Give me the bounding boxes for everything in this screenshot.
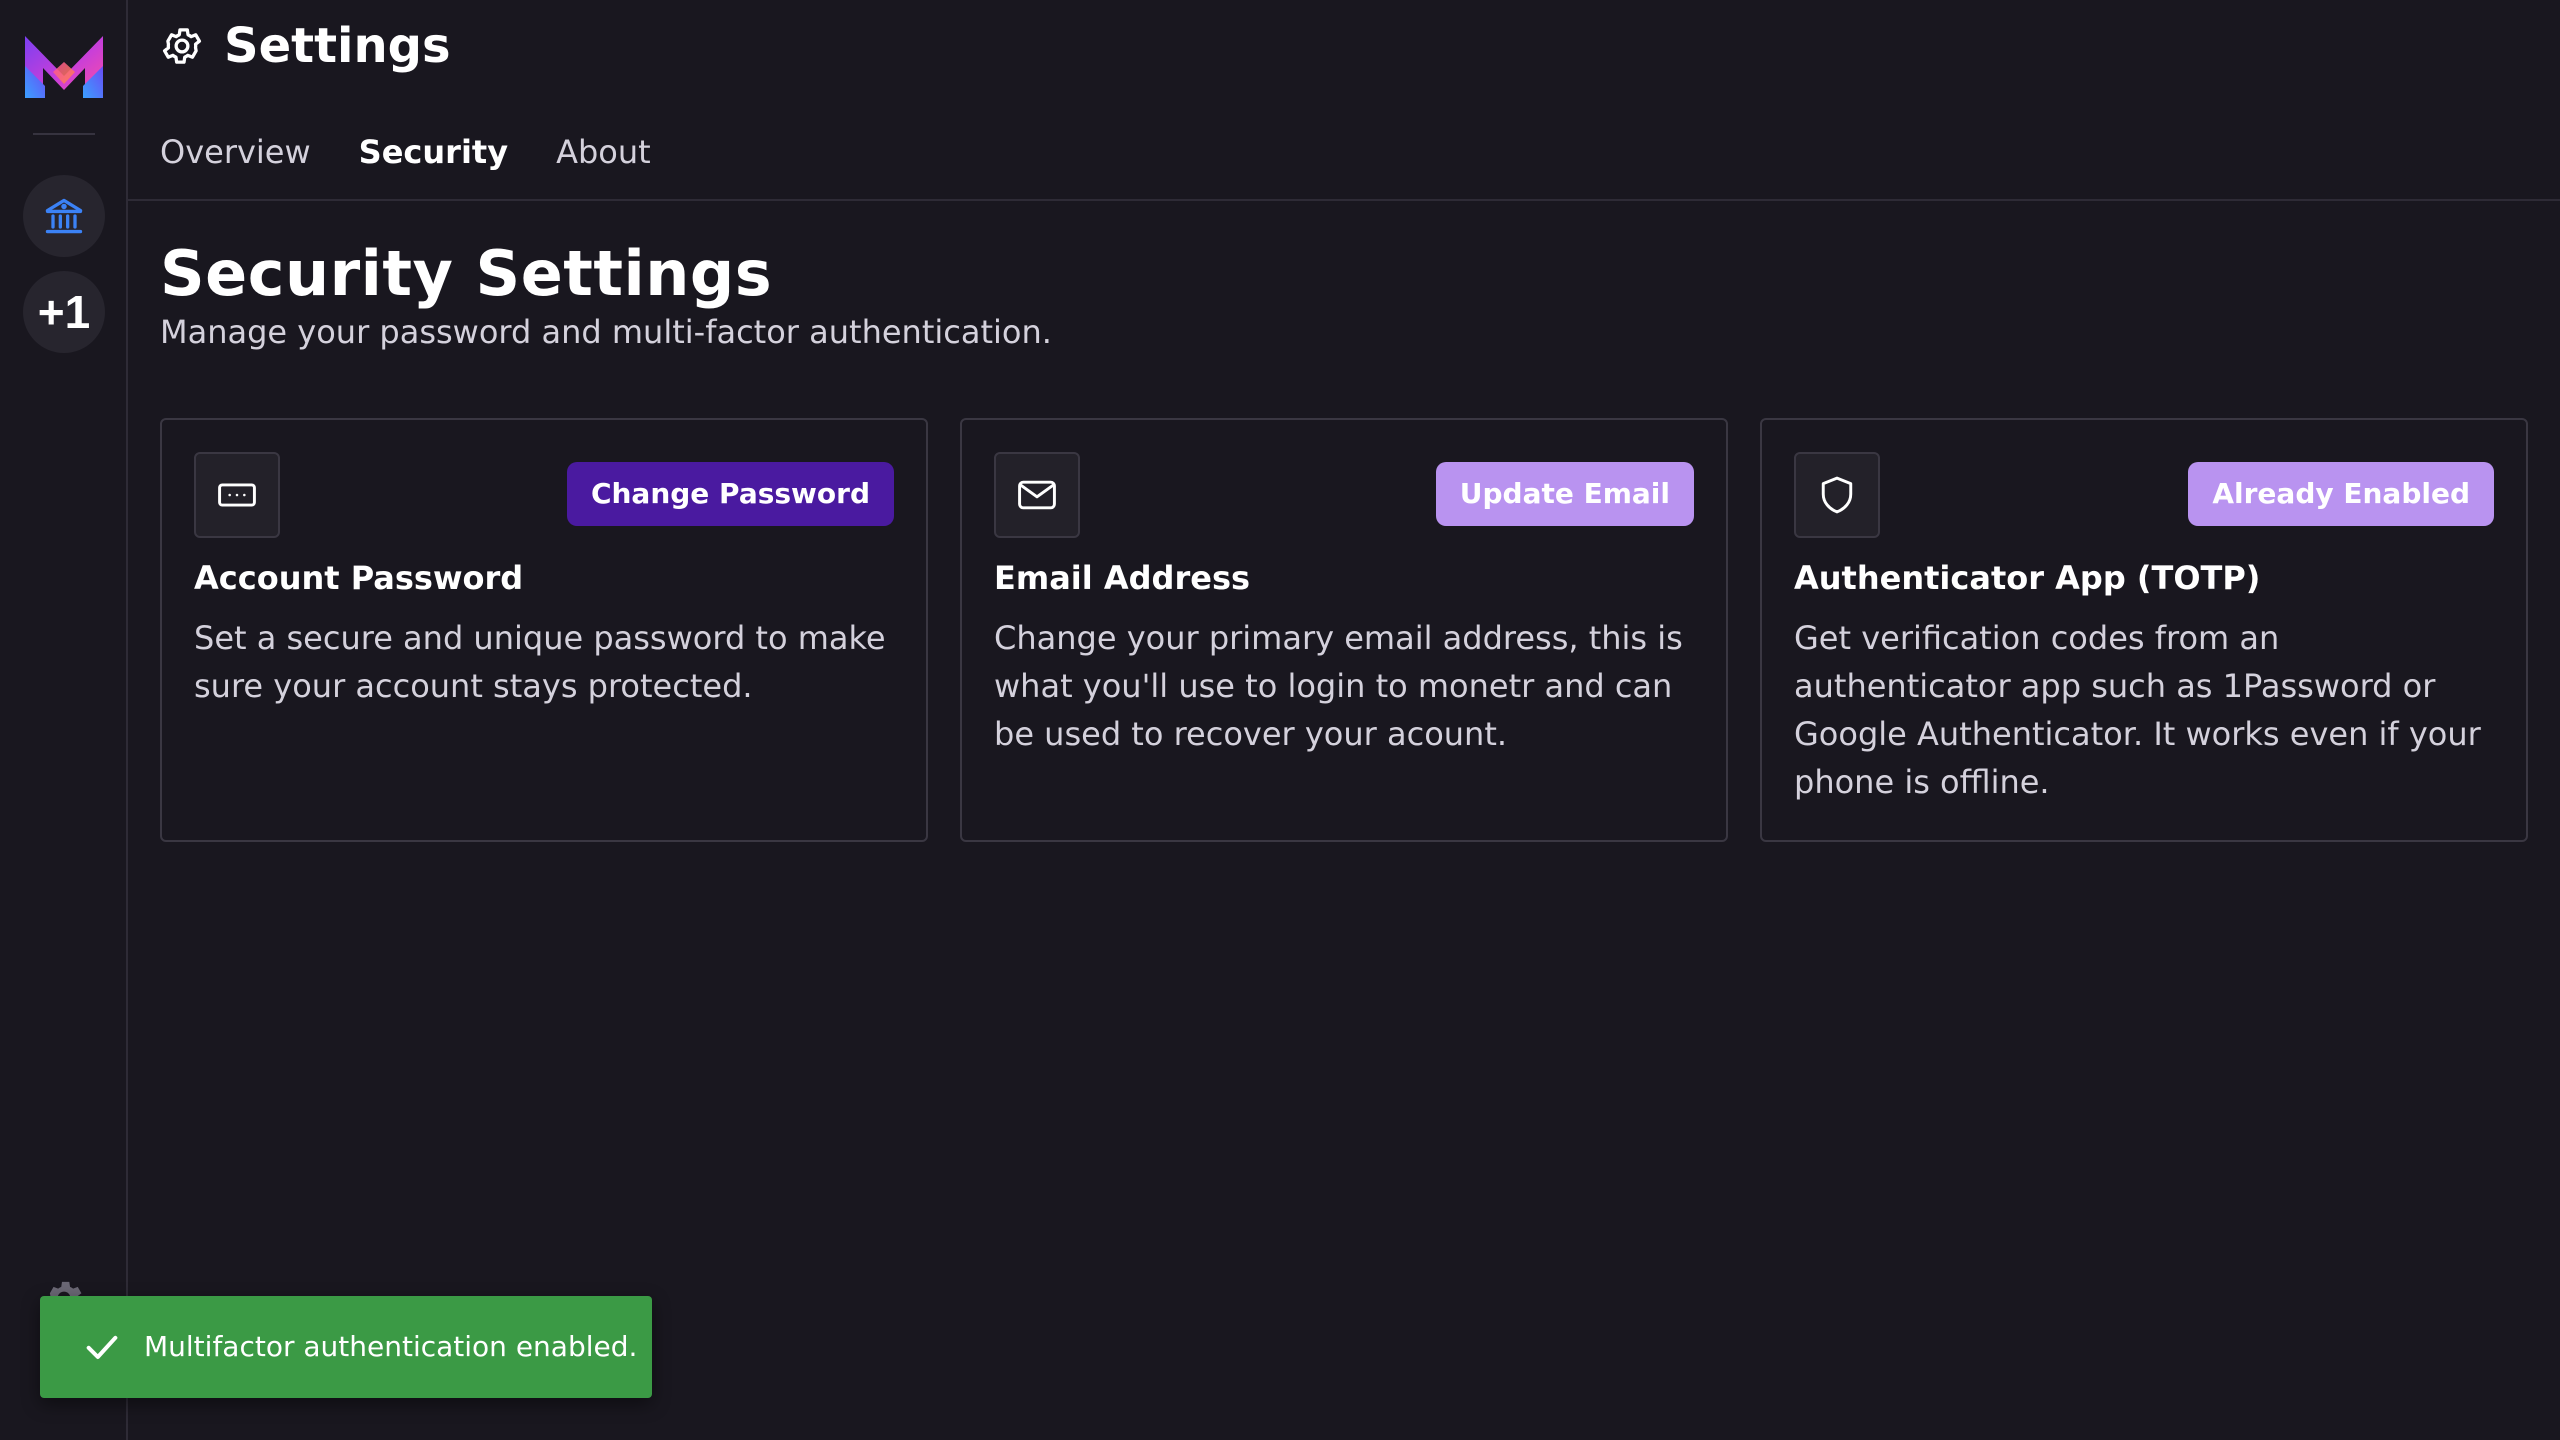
card-description: Get verification codes from an authentic…: [1794, 619, 2481, 801]
card-title: Account Password: [194, 559, 524, 597]
authenticator-app-card: Already Enabled Authenticator App (TOTP)…: [1760, 418, 2528, 842]
card-description: Set a secure and unique password to make…: [194, 619, 886, 705]
change-password-button[interactable]: Change Password: [566, 462, 894, 526]
toast-message: Multifactor authentication enabled.: [144, 1330, 638, 1363]
sidebar-bank-button[interactable]: [23, 175, 105, 257]
tab-overview[interactable]: Overview: [160, 128, 311, 184]
mail-icon: [994, 452, 1080, 538]
already-enabled-button[interactable]: Already Enabled: [2188, 462, 2494, 526]
app-window: +1 Settings Overview Security About Secu…: [0, 0, 2560, 1440]
check-icon: [86, 1335, 118, 1359]
success-toast[interactable]: Multifactor authentication enabled.: [40, 1296, 652, 1398]
section-title: Security Settings: [160, 237, 773, 310]
tabs-divider: [128, 199, 2560, 201]
shield-icon: [1794, 452, 1880, 538]
sidebar-divider: [33, 133, 95, 135]
bank-icon: [45, 198, 83, 234]
update-email-button[interactable]: Update Email: [1435, 462, 1694, 526]
email-address-card: Update Email Email Address Change your p…: [960, 418, 1728, 842]
add-link-label: +1: [37, 286, 91, 338]
account-password-card: Change Password Account Password Set a s…: [160, 418, 928, 842]
card-title: Email Address: [994, 559, 1251, 597]
gear-icon: [160, 24, 204, 68]
card-title: Authenticator App (TOTP): [1794, 559, 2261, 597]
tab-bar: Overview Security About: [160, 128, 651, 184]
tab-security[interactable]: Security: [359, 128, 508, 184]
section-subtitle: Manage your password and multi-factor au…: [160, 313, 1052, 351]
monetr-logo-icon[interactable]: [23, 32, 105, 102]
sidebar-add-link-button[interactable]: +1: [23, 271, 105, 353]
sidebar: +1: [0, 0, 128, 1440]
card-description: Change your primary email address, this …: [994, 619, 1683, 753]
password-field-icon: [194, 452, 280, 538]
tab-about[interactable]: About: [556, 128, 651, 184]
page-title: Settings: [224, 18, 451, 74]
